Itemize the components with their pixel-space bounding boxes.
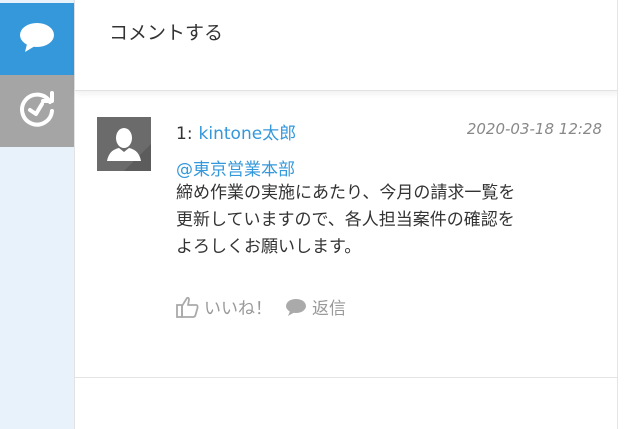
comment-body: 締め作業の実施にあたり、今月の請求一覧を 更新していますので、各人担当案件の確認… [176, 180, 606, 261]
comment-body-line: 締め作業の実施にあたり、今月の請求一覧を [176, 183, 516, 203]
panel-right-edge [617, 0, 629, 429]
mention-link[interactable]: @東京営業本部 [176, 155, 295, 180]
reply-label: 返信 [312, 299, 346, 319]
comment-input[interactable]: コメントする [75, 0, 619, 91]
comment-header: 1: kintone太郎 [176, 119, 296, 144]
user-silhouette-icon [107, 128, 151, 171]
comments-panel: コメントする 1: kintone太郎 2020-03-18 12:28 @東京営… [74, 0, 619, 429]
comment-body-line: 更新していますので、各人担当案件の確認を [176, 210, 515, 230]
avatar[interactable] [97, 117, 151, 171]
comment-actions: いいね！ 返信 [176, 294, 346, 319]
comment-timestamp: 2020-03-18 12:28 [466, 120, 602, 138]
sidebar [0, 0, 74, 429]
comment-body-line: よろしくお願いします。 [176, 237, 362, 257]
comment-author-link[interactable]: kintone太郎 [199, 124, 297, 144]
comment-divider [75, 377, 619, 378]
like-button[interactable]: いいね！ [176, 294, 272, 319]
reply-button[interactable]: 返信 [284, 294, 346, 319]
comment-input-placeholder: コメントする [109, 22, 224, 44]
reply-bubble-icon [286, 298, 306, 316]
history-clock-icon [17, 89, 57, 133]
speech-bubble-icon [18, 20, 56, 58]
comment-number: 1: [176, 124, 193, 144]
like-label: いいね！ [204, 299, 272, 319]
tab-history[interactable] [0, 75, 74, 147]
thumbs-up-icon [176, 296, 199, 318]
tab-comments[interactable] [0, 3, 74, 75]
